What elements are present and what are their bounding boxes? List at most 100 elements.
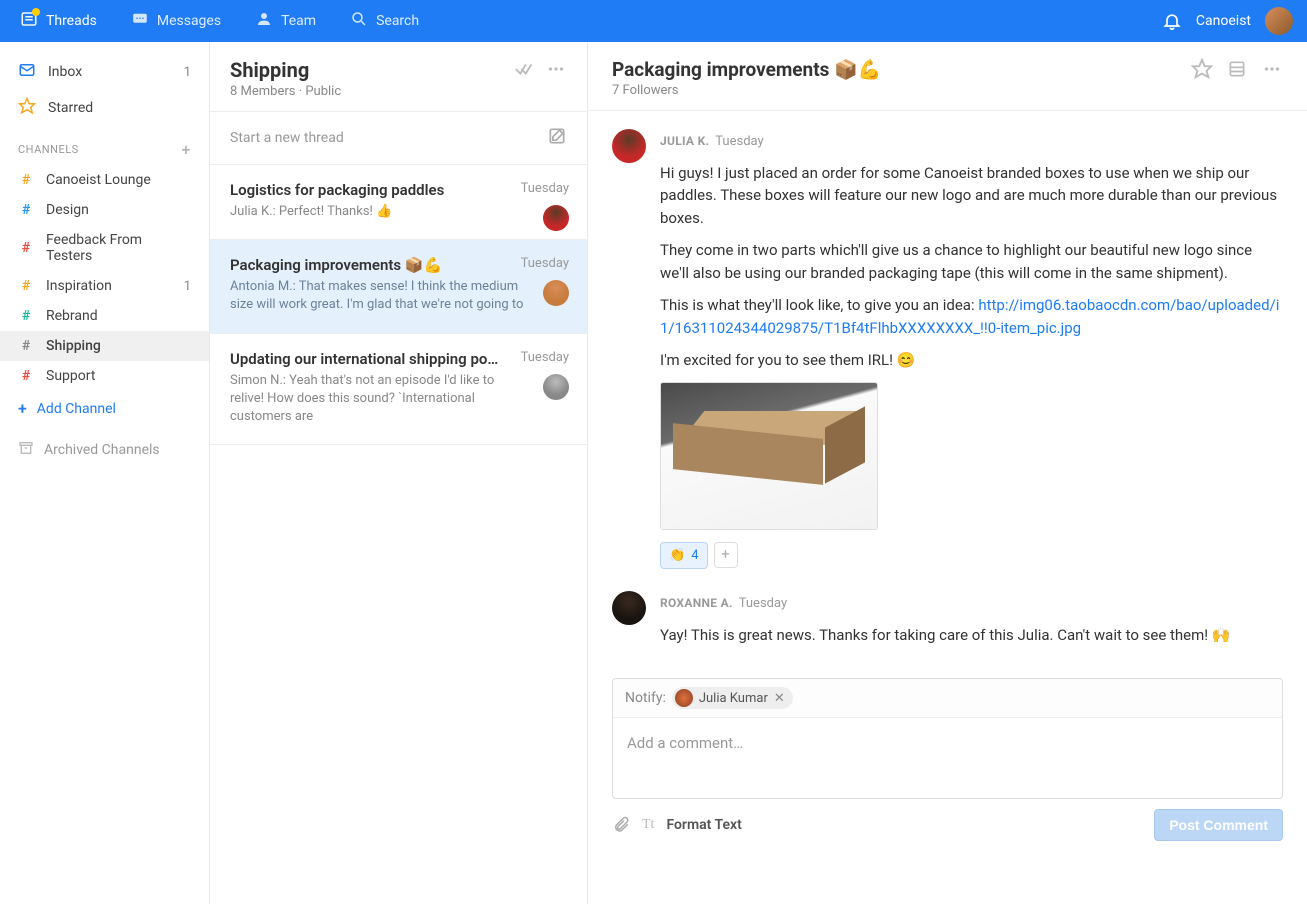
comment-input[interactable]: Add a comment… [613, 718, 1282, 798]
sidebar-channel-item[interactable]: # Design [0, 195, 209, 225]
format-text-button[interactable]: Format Text [666, 817, 741, 833]
ticket-icon[interactable] [1227, 59, 1247, 79]
active-tab-underline [18, 42, 94, 45]
thread-time: Tuesday [521, 181, 569, 196]
channel-name: Inspiration [46, 278, 112, 294]
messages-icon [131, 10, 149, 32]
author-avatar [612, 129, 646, 163]
topbar: Threads Messages Team Search Canoeist [0, 0, 1307, 42]
archived-label: Archived Channels [44, 442, 160, 458]
sidebar-channel-item[interactable]: # Support [0, 361, 209, 391]
detail-header: Packaging improvements 📦💪 7 Followers [588, 42, 1307, 111]
sidebar-inbox[interactable]: Inbox 1 [0, 54, 209, 90]
add-reaction-button[interactable]: + [714, 542, 738, 568]
thread-time: Tuesday [521, 256, 569, 271]
threads-icon [20, 10, 38, 32]
star-thread-icon[interactable] [1191, 58, 1213, 80]
username-label[interactable]: Canoeist [1196, 13, 1251, 29]
thread-item[interactable]: Logistics for packaging paddles Julia K.… [210, 165, 587, 240]
clap-emoji: 👏 [669, 546, 685, 566]
sidebar-channel-item[interactable]: # Canoeist Lounge [0, 165, 209, 195]
thread-time: Tuesday [521, 350, 569, 365]
thread-author-avatar [543, 205, 569, 231]
archived-channels[interactable]: Archived Channels [0, 426, 209, 474]
detail-more-icon[interactable] [1261, 58, 1283, 80]
reactions-row: 👏 4 + [660, 542, 1283, 570]
text-style-icon[interactable]: Tt [642, 817, 654, 833]
hash-icon: # [18, 172, 34, 188]
add-channel-label: Add Channel [37, 401, 116, 417]
sidebar-starred[interactable]: Starred [0, 90, 209, 126]
hash-icon: # [18, 202, 34, 218]
channels-label: CHANNELS [18, 143, 79, 156]
add-channel-link[interactable]: + Add Channel [0, 391, 209, 426]
sidebar-channel-item[interactable]: # Feedback From Testers [0, 225, 209, 271]
thread-title: Updating our international shipping po… [230, 350, 567, 368]
author-avatar [612, 591, 646, 625]
channel-subtitle: 8 Members · Public [230, 84, 341, 99]
chip-avatar [675, 689, 693, 707]
nav-threads-label: Threads [46, 13, 97, 29]
team-icon [255, 10, 273, 32]
hash-icon: # [18, 368, 34, 384]
thread-author-avatar [543, 280, 569, 306]
channel-more-icon[interactable] [545, 58, 567, 80]
composer-toolbar: Tt Format Text Post Comment [612, 799, 1283, 857]
thread-title: Logistics for packaging paddles [230, 181, 567, 199]
sidebar-channel-item[interactable]: # Shipping [0, 331, 209, 361]
message-paragraph: Hi guys! I just placed an order for some… [660, 162, 1283, 230]
notify-label: Notify: [625, 690, 666, 706]
plus-icon: + [18, 399, 27, 418]
chip-name: Julia Kumar [699, 691, 768, 706]
thread-snippet: Antonia M.: That makes sense! I think th… [230, 278, 567, 314]
post-comment-button[interactable]: Post Comment [1154, 809, 1283, 841]
channel-name: Design [46, 202, 89, 218]
channel-title: Shipping [230, 58, 341, 82]
thread-author-avatar [543, 374, 569, 400]
composer-wrap: Notify: Julia Kumar ✕ Add a comment… [612, 678, 1283, 799]
notification-dot [32, 8, 40, 16]
start-thread-input[interactable]: Start a new thread [210, 112, 587, 165]
thread-item[interactable]: Updating our international shipping po… … [210, 334, 587, 446]
chip-remove-icon[interactable]: ✕ [774, 691, 785, 706]
channel-name: Support [46, 368, 95, 384]
nav-team[interactable]: Team [249, 6, 322, 36]
inbox-icon [18, 61, 36, 83]
thread-snippet: Simon N.: Yeah that's not an episode I'd… [230, 372, 567, 427]
nav-search[interactable]: Search [344, 6, 425, 36]
message-time: Tuesday [739, 596, 787, 611]
channels-section-header: CHANNELS + [0, 126, 209, 165]
message-paragraph: They come in two parts which'll give us … [660, 239, 1283, 284]
channel-name: Shipping [46, 338, 101, 354]
compose-placeholder: Start a new thread [230, 130, 344, 146]
author-name: ROXANNE A. [660, 596, 733, 610]
sidebar-channel-item[interactable]: # Rebrand [0, 301, 209, 331]
attach-icon[interactable] [612, 816, 630, 834]
hash-icon: # [18, 278, 34, 294]
mark-read-icon[interactable] [513, 58, 535, 80]
threads-column: Shipping 8 Members · Public Start a new … [210, 42, 588, 904]
user-avatar[interactable] [1265, 7, 1293, 35]
channel-name: Feedback From Testers [46, 232, 191, 264]
comment-composer: Notify: Julia Kumar ✕ Add a comment… [612, 678, 1283, 799]
add-channel-plus-icon[interactable]: + [181, 140, 191, 159]
nav-threads[interactable]: Threads [14, 6, 103, 36]
bell-icon[interactable] [1162, 11, 1182, 31]
message-time: Tuesday [715, 134, 763, 149]
reaction-clap[interactable]: 👏 4 [660, 542, 708, 570]
thread-item[interactable]: Packaging improvements 📦💪 Antonia M.: Th… [210, 240, 587, 333]
channel-count: 1 [184, 279, 191, 294]
nav-messages-label: Messages [157, 13, 221, 29]
nav-search-label: Search [376, 13, 419, 29]
sidebar-channel-item[interactable]: # Inspiration 1 [0, 271, 209, 301]
nav-messages[interactable]: Messages [125, 6, 227, 36]
thread-snippet: Julia K.: Perfect! Thanks! 👍 [230, 203, 567, 221]
notify-chip[interactable]: Julia Kumar ✕ [672, 687, 793, 709]
detail-subtitle: 7 Followers [612, 83, 881, 98]
inbox-count: 1 [184, 65, 191, 80]
image-attachment[interactable] [660, 382, 878, 530]
nav-team-label: Team [281, 13, 316, 29]
archive-icon [18, 440, 34, 460]
inbox-label: Inbox [48, 64, 82, 80]
author-name: JULIA K. [660, 134, 709, 148]
